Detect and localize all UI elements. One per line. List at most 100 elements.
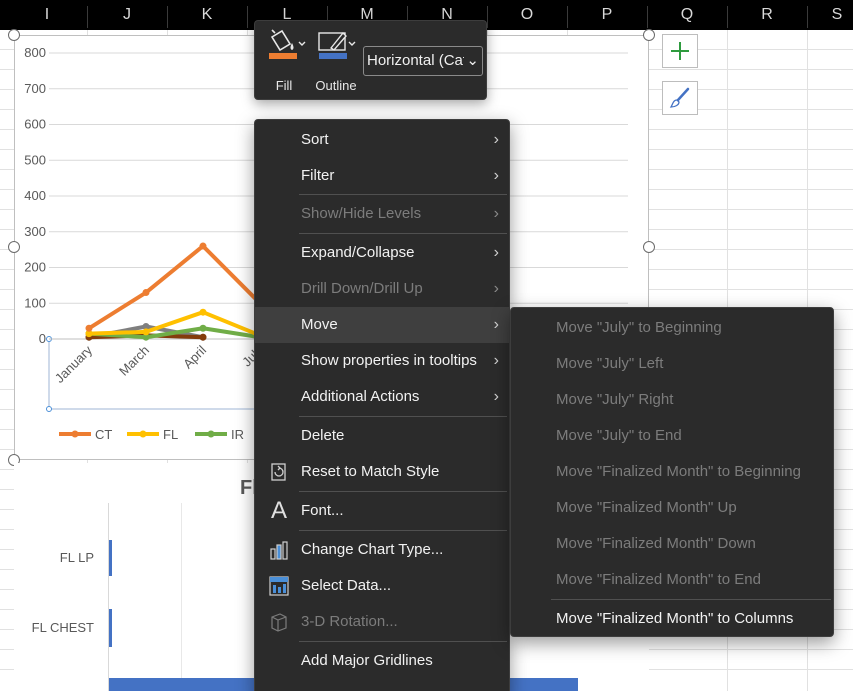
move-submenu: Move "July" to Beginning Move "July" Lef… xyxy=(510,307,834,637)
bar[interactable] xyxy=(109,609,112,647)
menu-item-label: Change Chart Type... xyxy=(301,541,444,558)
menu-item-label: Sort xyxy=(301,131,329,148)
menu-item-label: 3-D Rotation... xyxy=(301,613,398,630)
y-tick-label: 500 xyxy=(24,152,46,167)
chart-styles-button[interactable] xyxy=(662,81,698,115)
bar-chart-gridline xyxy=(181,503,182,691)
chevron-right-icon: › xyxy=(493,316,499,333)
menu-item-expand-collapse[interactable]: Expand/Collapse › xyxy=(255,235,509,271)
column-header-k[interactable]: K xyxy=(167,0,247,30)
submenu-item-label: Move "Finalized Month" to Columns xyxy=(556,610,794,627)
chevron-right-icon: › xyxy=(493,167,499,184)
x-tick-label: March xyxy=(116,343,152,379)
outline-button[interactable]: Outline xyxy=(311,27,361,95)
menu-item-label: Show properties in tooltips xyxy=(301,352,477,369)
chevron-right-icon: › xyxy=(493,244,499,261)
column-header-q[interactable]: Q xyxy=(647,0,727,30)
menu-item-font[interactable]: A Font... xyxy=(255,493,509,529)
chart-element-selector-value: Horizontal (Cat xyxy=(367,52,468,69)
chart-element-selector[interactable]: Horizontal (Cat ⌄ xyxy=(363,46,483,76)
menu-item-label: Add Major Gridlines xyxy=(301,652,433,669)
y-tick-label: 400 xyxy=(24,188,46,203)
menu-item-label: Font... xyxy=(301,502,344,519)
bar-chart-category-label: FL LP xyxy=(59,550,94,565)
column-header-r[interactable]: R xyxy=(727,0,807,30)
bar-chart-category-label: FL CHEST xyxy=(31,620,94,635)
bar[interactable] xyxy=(109,540,112,576)
submenu-item-move-finalized-month-to-end[interactable]: Move "Finalized Month" to End xyxy=(511,562,833,598)
data-point[interactable] xyxy=(85,324,93,332)
chart-type-icon xyxy=(268,540,290,560)
legend-marker-dot xyxy=(207,430,215,438)
resize-handle-top-right[interactable] xyxy=(643,29,655,41)
menu-item-filter[interactable]: Filter › xyxy=(255,158,509,194)
select-data-icon xyxy=(268,576,290,596)
submenu-item-move-finalized-month-to-columns[interactable]: Move "Finalized Month" to Columns xyxy=(511,601,833,637)
data-point[interactable] xyxy=(142,328,150,336)
bar-chart-axis xyxy=(108,503,109,691)
fill-button[interactable]: Fill xyxy=(259,27,309,95)
legend-label: FL xyxy=(163,427,178,442)
y-tick-label: 600 xyxy=(24,117,46,132)
submenu-item-move-finalized-month-up[interactable]: Move "Finalized Month" Up xyxy=(511,490,833,526)
menu-item-label: Delete xyxy=(301,427,345,444)
menu-item-label: Additional Actions xyxy=(301,388,420,405)
column-header-j[interactable]: J xyxy=(87,0,167,30)
menu-item-move[interactable]: Move › xyxy=(255,307,509,343)
submenu-item-label: Move "July" Right xyxy=(556,391,674,408)
legend-marker-dot xyxy=(139,430,147,438)
submenu-item-move-july-left[interactable]: Move "July" Left xyxy=(511,346,833,382)
menu-item-show-hide-levels[interactable]: Show/Hide Levels › xyxy=(255,196,509,232)
menu-item-drill-down-up[interactable]: Drill Down/Drill Up › xyxy=(255,271,509,307)
submenu-item-move-finalized-month-to-beginning[interactable]: Move "Finalized Month" to Beginning xyxy=(511,454,833,490)
menu-item-label: Show/Hide Levels xyxy=(301,205,422,222)
data-point[interactable] xyxy=(199,308,207,316)
menu-item-label: Drill Down/Drill Up xyxy=(301,280,423,297)
data-point[interactable] xyxy=(199,333,207,341)
menu-item-3d-rotation[interactable]: 3-D Rotation... xyxy=(255,604,509,640)
resize-handle-left[interactable] xyxy=(8,241,20,253)
menu-separator xyxy=(551,599,831,600)
column-header-o[interactable]: O xyxy=(487,0,567,30)
y-tick-label: 800 xyxy=(24,45,46,60)
submenu-item-label: Move "July" to End xyxy=(556,427,682,444)
font-icon: A xyxy=(270,497,287,524)
menu-item-reset-to-match-style[interactable]: Reset to Match Style xyxy=(255,454,509,490)
submenu-item-label: Move "Finalized Month" to Beginning xyxy=(556,463,801,480)
menu-item-additional-actions[interactable]: Additional Actions › xyxy=(255,379,509,415)
menu-item-delete[interactable]: Delete xyxy=(255,418,509,454)
menu-item-select-data[interactable]: Select Data... xyxy=(255,568,509,604)
menu-item-sort[interactable]: Sort › xyxy=(255,122,509,158)
y-tick-label: 700 xyxy=(24,81,46,96)
plus-icon xyxy=(671,42,689,60)
axis-selection-handle[interactable] xyxy=(46,406,52,412)
outline-label: Outline xyxy=(315,78,357,93)
menu-separator xyxy=(299,491,507,492)
column-header-p[interactable]: P xyxy=(567,0,647,30)
chart-elements-button[interactable] xyxy=(662,34,698,68)
chevron-right-icon: › xyxy=(493,205,499,222)
column-header-s[interactable]: S xyxy=(807,0,853,30)
menu-separator xyxy=(299,416,507,417)
menu-item-add-major-gridlines[interactable]: Add Major Gridlines xyxy=(255,643,509,679)
chevron-right-icon: › xyxy=(493,131,499,148)
menu-separator xyxy=(299,233,507,234)
menu-item-show-properties[interactable]: Show properties in tooltips › xyxy=(255,343,509,379)
brush-icon xyxy=(669,87,690,108)
submenu-item-move-july-right[interactable]: Move "July" Right xyxy=(511,382,833,418)
series-line[interactable] xyxy=(87,244,262,331)
column-header-i[interactable]: I xyxy=(7,0,87,30)
data-point[interactable] xyxy=(199,242,207,250)
submenu-item-move-july-to-end[interactable]: Move "July" to End xyxy=(511,418,833,454)
legend-label: IR xyxy=(231,427,244,442)
y-tick-label: 200 xyxy=(24,260,46,275)
resize-handle-top-left[interactable] xyxy=(8,29,20,41)
chevron-right-icon: › xyxy=(493,388,499,405)
menu-item-change-chart-type[interactable]: Change Chart Type... xyxy=(255,532,509,568)
submenu-item-label: Move "Finalized Month" Up xyxy=(556,499,737,516)
data-point[interactable] xyxy=(142,289,150,297)
resize-handle-right[interactable] xyxy=(643,241,655,253)
submenu-item-move-july-to-beginning[interactable]: Move "July" to Beginning xyxy=(511,310,833,346)
data-point[interactable] xyxy=(199,324,207,332)
submenu-item-move-finalized-month-down[interactable]: Move "Finalized Month" Down xyxy=(511,526,833,562)
